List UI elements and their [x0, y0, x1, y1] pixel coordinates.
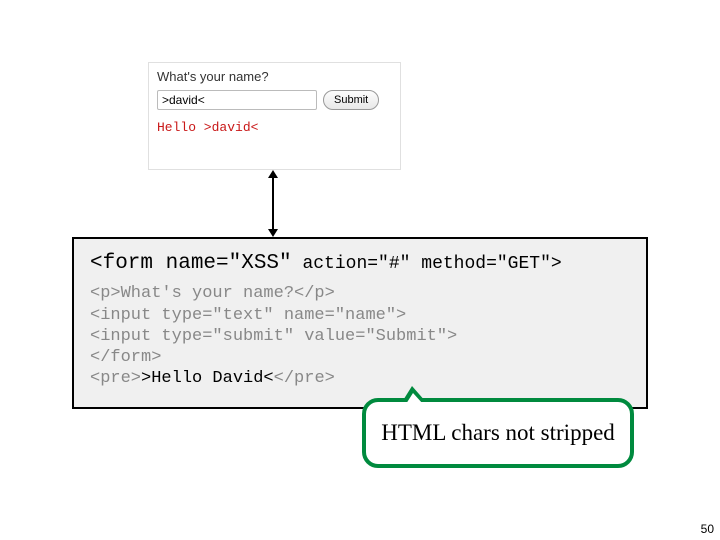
code-line-4: <input type="submit" value="Submit"> [90, 326, 630, 347]
code-line-6a: <pre> [90, 369, 141, 388]
code-line-2: <p>What's your name?</p> [90, 283, 630, 304]
html-source-box: <form name="XSS" action="#" method="GET"… [72, 237, 648, 409]
name-input[interactable] [157, 90, 317, 110]
form-row: Submit [157, 90, 392, 110]
rendered-form-demo: What's your name? Submit Hello >david< [148, 62, 401, 170]
callout-text: HTML chars not stripped [381, 420, 615, 445]
code-line-1: <form name="XSS" action="#" method="GET"… [90, 251, 630, 277]
code-line-3: <input type="text" name="name"> [90, 305, 630, 326]
code-line-1b: action="#" method="GET"> [292, 254, 562, 274]
code-line-5: </form> [90, 347, 630, 368]
code-line-6b: >Hello David< [141, 369, 274, 388]
double-arrow-icon [272, 176, 274, 231]
form-question: What's your name? [157, 69, 392, 84]
annotation-callout: HTML chars not stripped [362, 398, 634, 468]
code-line-6: <pre>>Hello David<</pre> [90, 368, 630, 389]
code-line-6c: </pre> [274, 369, 335, 388]
form-output: Hello >david< [157, 120, 392, 135]
page-number: 50 [701, 522, 714, 536]
submit-button[interactable]: Submit [323, 90, 379, 110]
code-line-1a: <form name="XSS" [90, 252, 292, 275]
